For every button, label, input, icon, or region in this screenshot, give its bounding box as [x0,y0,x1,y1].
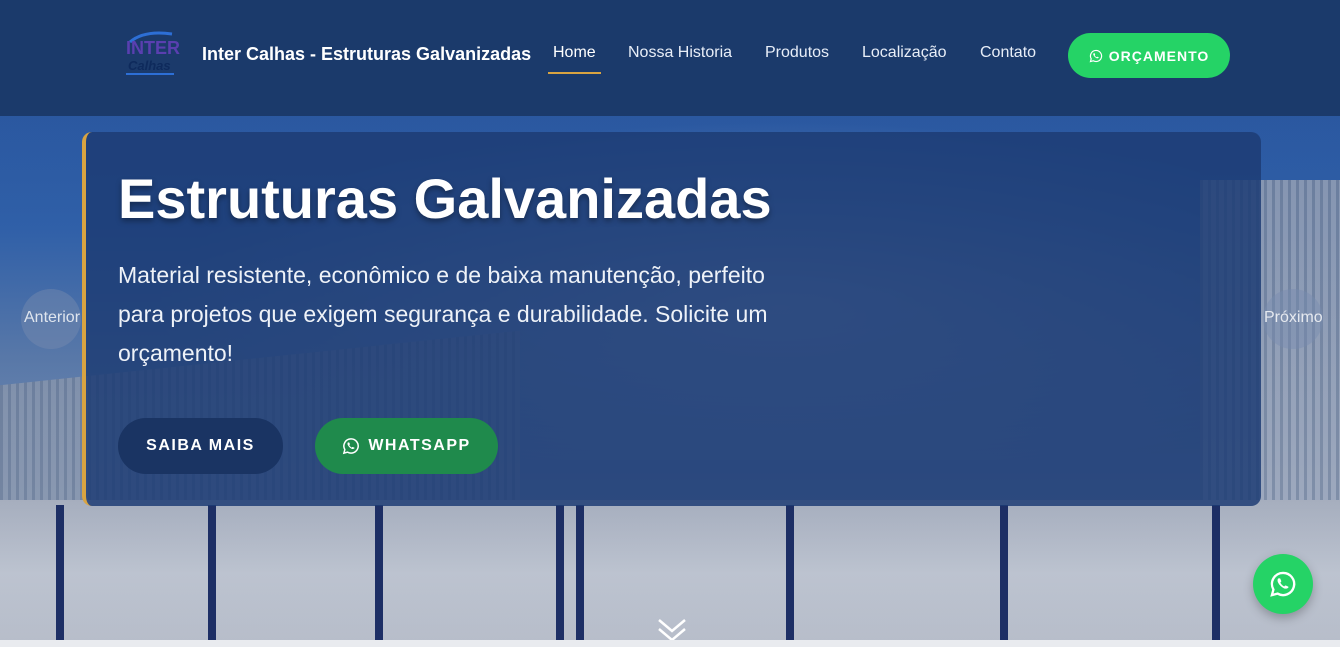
orcamento-button[interactable]: ORÇAMENTO [1068,33,1230,78]
nav-active-underline [548,72,601,74]
section-divider [0,640,1340,647]
whatsapp-icon [343,438,360,455]
site-logo[interactable]: INTER Calhas [124,28,188,76]
logo-text-top: INTER [126,38,180,58]
site-header: INTER Calhas Inter Calhas - Estruturas G… [0,0,1340,116]
nav-localizacao[interactable]: Localização [862,44,947,62]
nav-nossa-historia[interactable]: Nossa Historia [628,44,732,62]
whatsapp-icon [1089,49,1102,62]
orcamento-label: ORÇAMENTO [1108,47,1210,64]
whatsapp-icon [1270,571,1296,597]
nav-contato[interactable]: Contato [980,44,1036,62]
whatsapp-button[interactable]: WHATSAPP [315,418,498,474]
whatsapp-label: WHATSAPP [368,437,471,454]
hero-title: Estruturas Galvanizadas [118,167,772,230]
slider-next-label[interactable]: Próximo [1264,309,1323,327]
nav-home[interactable]: Home [553,44,596,62]
slider-prev-label[interactable]: Anterior [24,309,80,327]
hero-description: Material resistente, econômico e de baix… [118,262,768,366]
nav-produtos[interactable]: Produtos [765,44,829,62]
saiba-mais-label: SAIBA MAIS [146,437,255,454]
logo-text-bottom: Calhas [128,58,171,73]
saiba-mais-button[interactable]: SAIBA MAIS [118,418,283,474]
brand-name[interactable]: Inter Calhas - Estruturas Galvanizadas [202,44,531,65]
floating-whatsapp-button[interactable] [1253,554,1313,614]
logo-graphic: INTER Calhas [126,31,180,75]
